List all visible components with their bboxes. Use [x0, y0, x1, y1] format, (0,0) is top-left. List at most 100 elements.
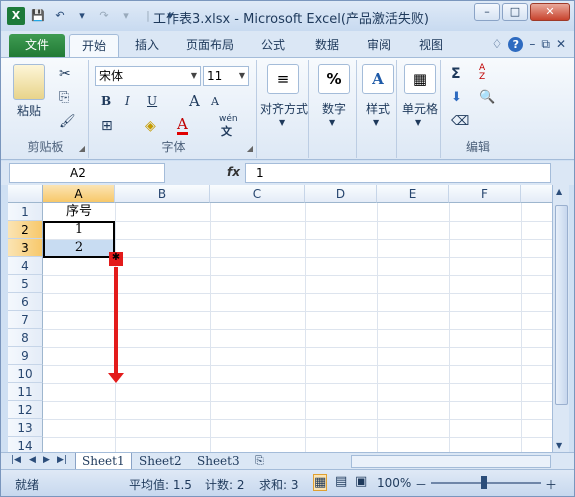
row-header-6[interactable]: 6 [8, 293, 43, 311]
maximize-button[interactable]: □ [502, 3, 528, 21]
save-icon[interactable]: 💾 [29, 7, 47, 25]
zoom-slider-thumb[interactable] [481, 476, 487, 489]
format-painter-icon[interactable]: 🖌 [59, 114, 76, 129]
row-header-8[interactable]: 8 [8, 329, 43, 347]
tab-home[interactable]: 开始 [69, 34, 119, 57]
fill-icon[interactable]: ⬇ [451, 90, 462, 105]
doc-close-icon[interactable]: ✕ [556, 37, 566, 52]
column-header-f[interactable]: F [449, 185, 521, 203]
copy-icon[interactable]: ⎘ [59, 90, 69, 105]
clear-icon[interactable]: ⌫ [451, 114, 469, 129]
help-icon[interactable]: ? [508, 37, 524, 52]
row-header-10[interactable]: 10 [8, 365, 43, 383]
name-box[interactable]: A2 [9, 163, 165, 183]
underline-button[interactable]: U [147, 94, 157, 108]
prev-sheet-icon[interactable]: ◀ [29, 455, 36, 465]
first-sheet-icon[interactable]: |◀ [11, 455, 21, 465]
number-button-label[interactable]: 数字 [311, 100, 357, 117]
vertical-scrollbar[interactable]: ▲ ▼ [552, 185, 569, 452]
alignment-icon[interactable]: ≡ [267, 64, 299, 94]
undo-icon[interactable]: ↶ [51, 7, 69, 25]
paste-icon[interactable] [13, 64, 45, 100]
cells-button-label[interactable]: 单元格 [399, 100, 441, 117]
sheet-tab-sheet3[interactable]: Sheet3 [191, 453, 246, 470]
row-header-5[interactable]: 5 [8, 275, 43, 293]
shrink-font-button[interactable]: A [211, 95, 219, 108]
row-header-7[interactable]: 7 [8, 311, 43, 329]
column-header-a[interactable]: A [43, 185, 115, 203]
page-break-view-icon[interactable]: ▣ [355, 474, 367, 489]
sheet-tab-sheet1[interactable]: Sheet1 [75, 453, 132, 470]
insert-function-icon[interactable]: fx [227, 165, 240, 179]
page-layout-view-icon[interactable]: ▤ [335, 474, 347, 489]
normal-view-icon[interactable]: ▦ [313, 474, 328, 491]
tab-view[interactable]: 视图 [409, 34, 453, 57]
next-sheet-icon[interactable]: ▶ [43, 455, 50, 465]
column-header-g[interactable] [521, 185, 552, 203]
border-icon[interactable]: ⊞ [101, 118, 113, 134]
tab-formulas[interactable]: 公式 [251, 34, 295, 57]
autosum-button[interactable]: Σ [451, 66, 461, 82]
phonetic-guide-icon[interactable]: 文 [221, 123, 232, 139]
undo-dropdown-icon[interactable]: ▾ [73, 7, 91, 25]
insert-sheet-icon[interactable]: ⎘ [249, 453, 270, 470]
fill-color-icon[interactable]: ◈ [145, 118, 156, 134]
close-button[interactable]: ✕ [530, 3, 570, 21]
scroll-down-icon[interactable]: ▼ [556, 441, 562, 450]
paste-button-label[interactable]: 粘贴 [17, 102, 41, 119]
fill-handle[interactable]: ✱ [109, 252, 123, 266]
doc-minimize-icon[interactable]: – [529, 37, 535, 52]
column-header-b[interactable]: B [115, 185, 210, 203]
cell-a1[interactable]: 序号 [43, 203, 115, 221]
redo-icon[interactable]: ↷ [95, 7, 113, 25]
vertical-scroll-thumb[interactable] [555, 205, 568, 405]
styles-icon[interactable]: A [362, 64, 394, 94]
font-size-select[interactable]: 11 ▼ [203, 66, 249, 86]
clipboard-launcher-icon[interactable]: ◢ [79, 144, 85, 153]
number-format-icon[interactable]: % [318, 64, 350, 94]
worksheet-grid[interactable]: A B C D E F 1 2 3 4 5 6 7 8 9 10 11 12 1… [8, 185, 552, 452]
doc-restore-icon[interactable]: ⧉ [541, 37, 550, 52]
select-all-corner[interactable] [8, 185, 43, 203]
scroll-up-icon[interactable]: ▲ [556, 187, 562, 196]
font-launcher-icon[interactable]: ◢ [247, 144, 253, 153]
row-header-3[interactable]: 3 [8, 239, 43, 257]
italic-button[interactable]: I [125, 94, 130, 108]
zoom-in-button[interactable]: ＋ [545, 476, 557, 493]
cells-icon[interactable]: ▦ [404, 64, 436, 94]
cut-icon[interactable]: ✂ [59, 66, 71, 82]
last-sheet-icon[interactable]: ▶| [57, 455, 67, 465]
find-select-icon[interactable]: 🔍 [479, 90, 495, 105]
tab-insert[interactable]: 插入 [125, 34, 169, 57]
tab-review[interactable]: 审阅 [357, 34, 401, 57]
row-header-1[interactable]: 1 [8, 203, 43, 221]
row-header-14[interactable]: 14 [8, 437, 43, 452]
styles-button-label[interactable]: 样式 [359, 100, 397, 117]
row-header-11[interactable]: 11 [8, 383, 43, 401]
bold-button[interactable]: B [101, 94, 111, 108]
grow-font-button[interactable]: A [189, 92, 200, 110]
horizontal-scrollbar[interactable] [351, 455, 551, 468]
zoom-out-button[interactable]: － [415, 476, 427, 493]
row-header-13[interactable]: 13 [8, 419, 43, 437]
tab-file[interactable]: 文件 [9, 34, 65, 57]
column-header-e[interactable]: E [377, 185, 449, 203]
tab-data[interactable]: 数据 [305, 34, 349, 57]
formula-input[interactable]: 1 [245, 163, 551, 183]
font-name-select[interactable]: 宋体 ▼ [95, 66, 201, 86]
column-header-c[interactable]: C [210, 185, 305, 203]
excel-app-icon[interactable]: X [7, 7, 25, 25]
minimize-button[interactable]: – [474, 3, 500, 21]
alignment-button-label[interactable]: 对齐方式 [259, 100, 309, 117]
row-header-12[interactable]: 12 [8, 401, 43, 419]
row-header-2[interactable]: 2 [8, 221, 43, 239]
sheet-tab-sheet2[interactable]: Sheet2 [133, 453, 188, 470]
font-color-button[interactable]: A [177, 116, 188, 135]
ribbon-minimize-icon[interactable]: ♢ [492, 37, 503, 52]
tab-page-layout[interactable]: 页面布局 [177, 34, 243, 57]
zoom-level[interactable]: 100% [377, 476, 411, 490]
row-header-9[interactable]: 9 [8, 347, 43, 365]
row-header-4[interactable]: 4 [8, 257, 43, 275]
column-header-d[interactable]: D [305, 185, 377, 203]
sort-filter-button[interactable]: A Z [479, 64, 493, 82]
